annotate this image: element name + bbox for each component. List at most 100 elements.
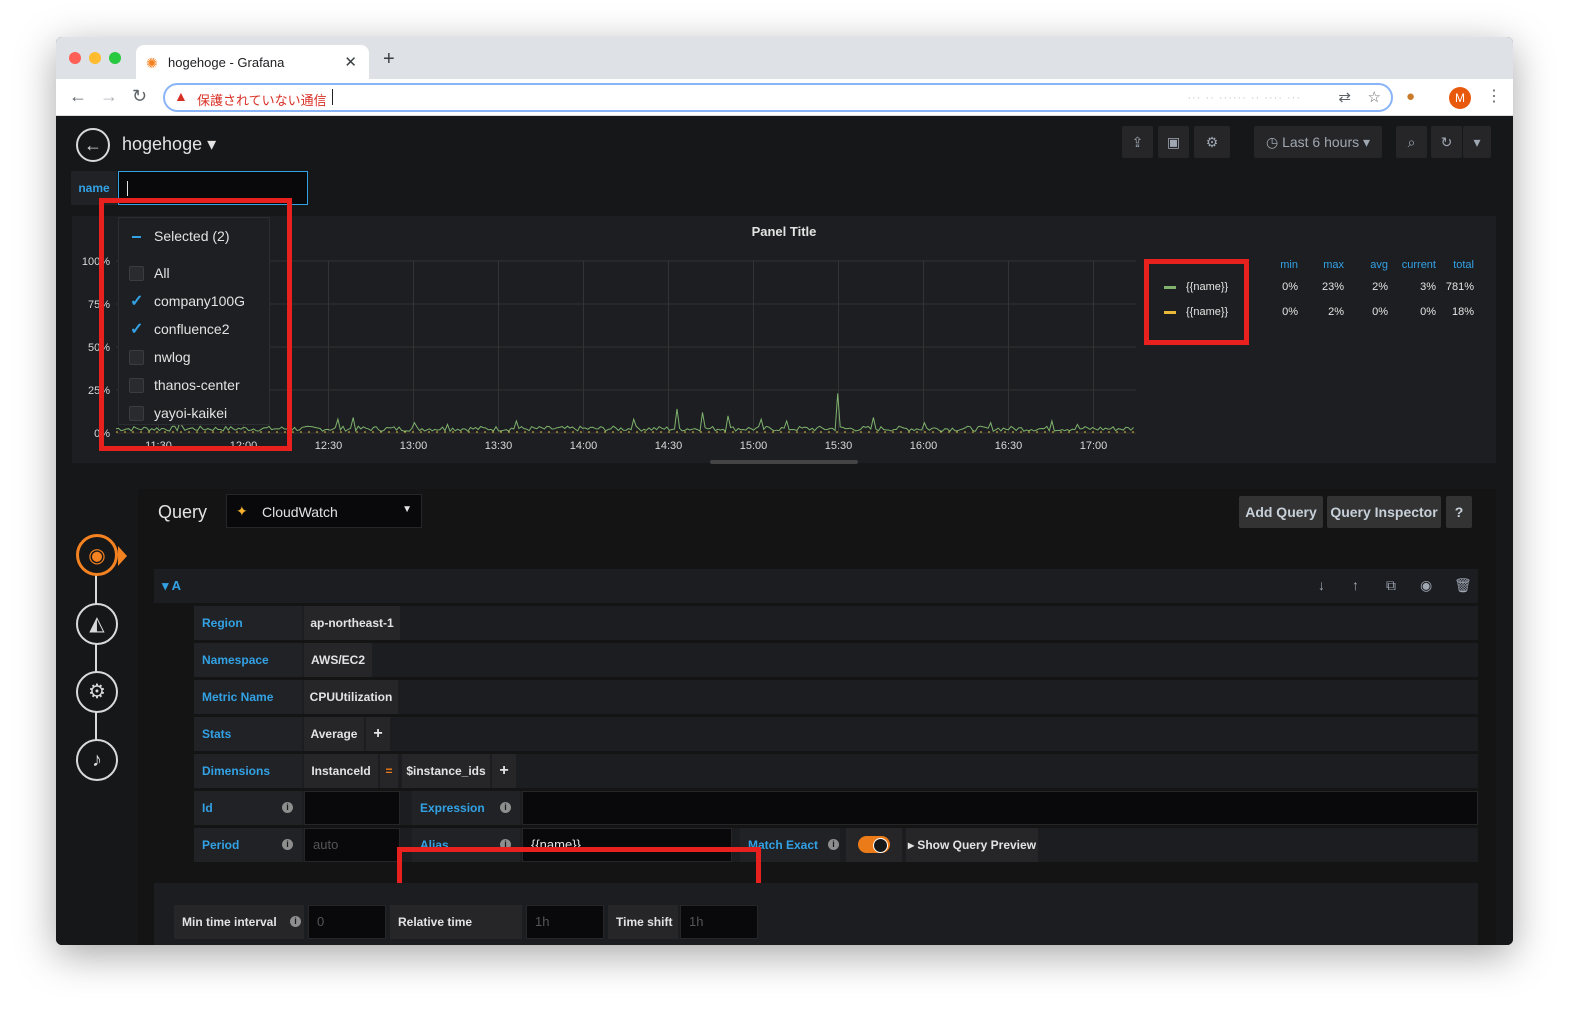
time-shift-input[interactable]: 1h — [680, 905, 758, 939]
stats-select[interactable]: Average — [304, 717, 364, 751]
x-tick-label: 12:30 — [315, 440, 343, 452]
query-inspector-button[interactable]: Query Inspector — [1327, 496, 1441, 528]
x-tick-label: 14:00 — [570, 440, 598, 452]
time-shift-label: Time shift — [608, 905, 678, 939]
region-select[interactable]: ap-northeast-1 — [304, 606, 400, 640]
relative-time-label: Relative time — [390, 905, 522, 939]
relative-time-input[interactable]: 1h — [526, 905, 604, 939]
bookmark-star-icon[interactable]: ☆ — [1368, 88, 1381, 106]
tab-close-icon[interactable]: ✕ — [344, 53, 357, 71]
annotation-highlight-box — [99, 198, 292, 451]
settings-gear-icon[interactable]: ⚙ — [1194, 126, 1230, 158]
avatar[interactable]: M — [1449, 87, 1471, 109]
url-text: ··· ·· ······ ·· ···· ··· — [1187, 92, 1301, 104]
query-ref-id[interactable]: ▾ A — [162, 578, 181, 594]
annotation-highlight-box — [1144, 259, 1249, 345]
info-icon[interactable]: i — [282, 802, 293, 813]
refresh-icon[interactable]: ↻ — [1431, 126, 1462, 158]
datasource-select[interactable]: ✦ CloudWatch ▼ — [226, 494, 422, 528]
add-dimension-plus-icon[interactable]: + — [492, 754, 516, 788]
metric-row: Metric Name CPUUtilization — [194, 680, 1478, 714]
back-arrow-icon[interactable]: ← — [69, 86, 87, 107]
browser-tab[interactable]: ✺ hogehoge - Grafana ✕ — [136, 45, 369, 79]
general-settings-gear-icon[interactable]: ⚙ — [76, 671, 118, 713]
min-time-interval-input[interactable]: 0 — [308, 905, 386, 939]
add-query-button[interactable]: Add Query — [1239, 496, 1323, 528]
grafana-app: ← hogehoge ▾ ⇪ ▣ ⚙ ◷ Last 6 hours ▾ ⌕ ↻ … — [56, 116, 1513, 945]
region-label: Region — [194, 606, 302, 640]
visualization-chart-icon[interactable]: ◭ — [76, 603, 118, 645]
eye-icon[interactable]: ◉ — [1420, 577, 1432, 594]
time-range-label: Last 6 hours — [1282, 134, 1360, 150]
text-cursor — [127, 181, 128, 196]
close-window-button[interactable] — [69, 52, 81, 64]
editor-rail-line — [95, 561, 97, 761]
legend-value: 2% — [1328, 306, 1344, 318]
move-down-icon[interactable]: ↓ — [1318, 577, 1325, 593]
namespace-select[interactable]: AWS/EC2 — [304, 643, 372, 677]
share-icon[interactable]: ⇪ — [1122, 126, 1153, 158]
kebab-menu-icon[interactable]: ⋮ — [1486, 86, 1502, 106]
move-up-icon[interactable]: ↑ — [1352, 577, 1359, 593]
id-input[interactable] — [304, 791, 400, 825]
dimension-value[interactable]: $instance_ids — [402, 754, 490, 788]
metric-name-label: Metric Name — [194, 680, 302, 714]
id-expression-row: Id i Expression i — [194, 791, 1478, 825]
browser-toolbar: ← → ↻ ▲ 保護されていない通信 ··· ·· ······ ·· ····… — [56, 79, 1513, 116]
minimize-window-button[interactable] — [89, 52, 101, 64]
legend-header-min[interactable]: min — [1248, 259, 1298, 271]
database-icon[interactable]: ◉ — [76, 534, 118, 576]
refresh-interval-chevron-icon[interactable]: ▾ — [1463, 126, 1491, 158]
ref-id-label: A — [171, 578, 182, 593]
cookie-extension-icon[interactable]: ● — [1406, 88, 1415, 105]
info-icon[interactable]: i — [282, 839, 293, 850]
period-alias-row: Period i auto Alias i {{name}} Match Exa… — [194, 828, 1478, 862]
metric-name-select[interactable]: CPUUtilization — [304, 680, 398, 714]
dimension-key[interactable]: InstanceId — [304, 754, 378, 788]
legend-header-max[interactable]: max — [1294, 259, 1344, 271]
time-picker-button[interactable]: ◷ Last 6 hours ▾ — [1254, 126, 1382, 158]
x-tick-label: 14:30 — [655, 440, 683, 452]
legend-value: 23% — [1321, 281, 1344, 293]
grafana-favicon-icon: ✺ — [146, 55, 158, 71]
trash-icon[interactable]: 🗑 — [1454, 577, 1472, 594]
help-button[interactable]: ? — [1446, 496, 1472, 528]
stats-row: Stats Average + — [194, 717, 1478, 751]
dashboard-title[interactable]: hogehoge ▾ — [122, 134, 216, 155]
info-icon[interactable]: i — [828, 839, 839, 850]
new-tab-button[interactable]: + — [383, 48, 395, 71]
security-label: 保護されていない通信 — [197, 93, 327, 108]
expression-input[interactable] — [522, 791, 1478, 825]
info-icon[interactable]: i — [290, 916, 301, 927]
period-input[interactable]: auto — [304, 828, 400, 862]
match-exact-toggle[interactable] — [858, 836, 890, 853]
add-stat-plus-icon[interactable]: + — [366, 717, 390, 751]
address-bar[interactable]: ▲ 保護されていない通信 ··· ·· ······ ·· ···· ··· ⇄… — [163, 83, 1393, 112]
clock-icon: ◷ — [1265, 134, 1283, 150]
back-to-dashboard-icon[interactable]: ← — [76, 128, 110, 162]
translate-icon[interactable]: ⇄ — [1338, 88, 1351, 106]
reload-icon[interactable]: ↻ — [132, 86, 147, 107]
forward-arrow-icon[interactable]: → — [100, 86, 118, 107]
maximize-window-button[interactable] — [109, 52, 121, 64]
tab-bar: ✺ hogehoge - Grafana ✕ + — [56, 37, 1513, 79]
query-row-header[interactable]: ▾ A ↓ ↑ ⧉ ◉ 🗑 — [154, 569, 1478, 603]
x-tick-label: 15:30 — [825, 440, 853, 452]
zoom-out-icon[interactable]: ⌕ — [1396, 126, 1427, 158]
panel-resize-handle[interactable] — [710, 460, 858, 464]
cloudwatch-icon: ✦ — [236, 503, 248, 519]
save-icon[interactable]: ▣ — [1158, 126, 1189, 158]
alert-bell-icon[interactable]: ♪ — [76, 739, 118, 781]
info-icon[interactable]: i — [500, 802, 511, 813]
active-pointer-icon — [118, 546, 127, 566]
browser-window: ✺ hogehoge - Grafana ✕ + ← → ↻ ▲ 保護されていな… — [56, 37, 1513, 945]
tab-title: hogehoge - Grafana — [168, 55, 285, 70]
duplicate-icon[interactable]: ⧉ — [1386, 577, 1396, 594]
legend-value: 2% — [1372, 281, 1388, 293]
id-label-text: Id — [202, 801, 213, 815]
namespace-label: Namespace — [194, 643, 302, 677]
legend-value: 0% — [1282, 306, 1298, 318]
x-tick-label: 16:00 — [910, 440, 938, 452]
legend-header-total[interactable]: total — [1422, 259, 1474, 271]
show-query-preview-button[interactable]: ▸ Show Query Preview — [906, 828, 1038, 862]
